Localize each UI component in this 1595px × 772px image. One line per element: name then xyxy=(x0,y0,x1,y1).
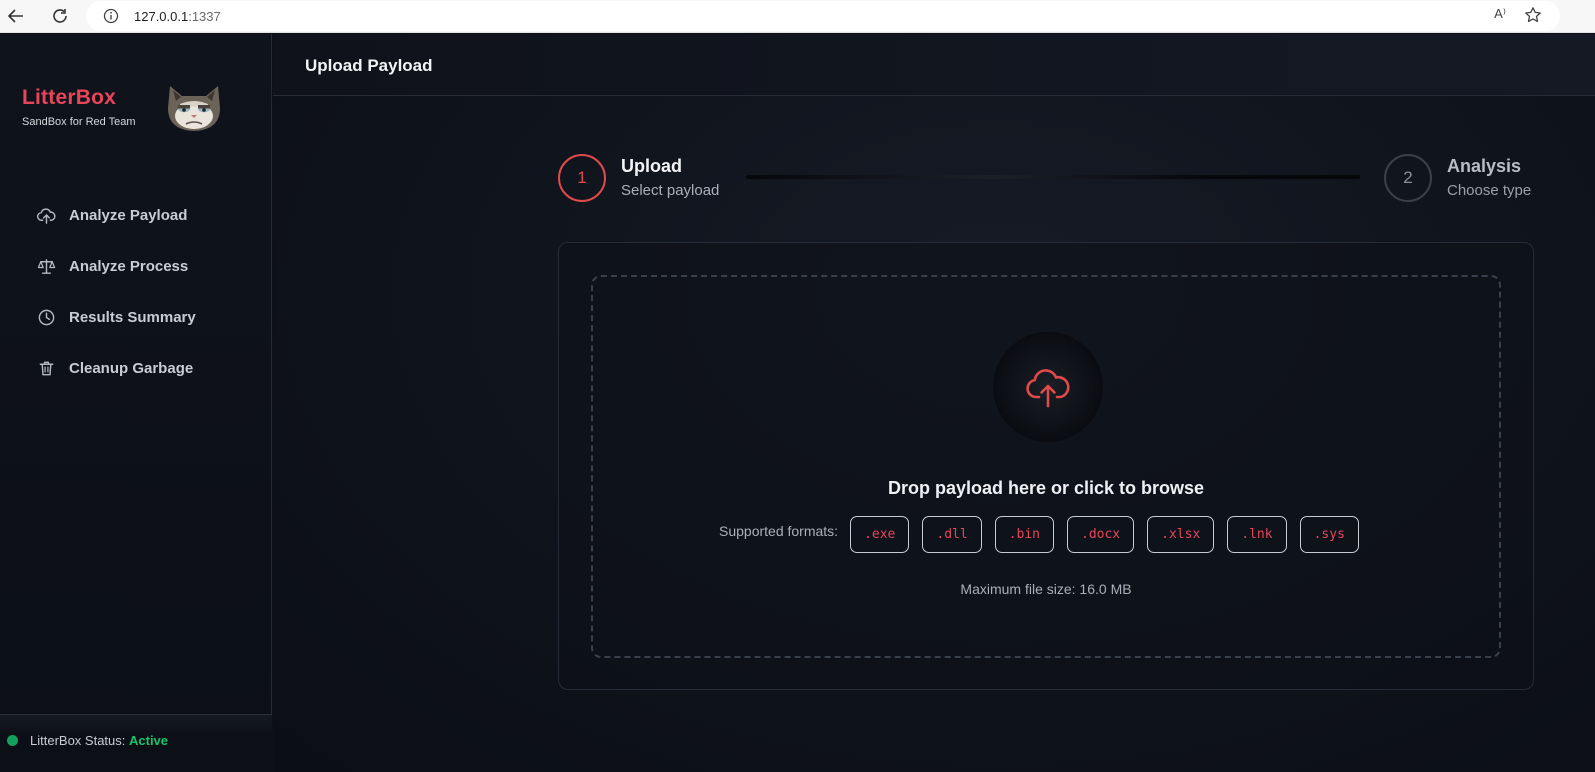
stepper-connector xyxy=(746,175,1360,179)
upload-button[interactable] xyxy=(993,332,1103,442)
step-1-number: 1 xyxy=(558,154,606,202)
step-2-title: Analysis xyxy=(1447,156,1522,176)
sidebar-menu: Analyze Payload Analyze Process Results … xyxy=(36,190,196,394)
url-host: 127.0.0.1 xyxy=(134,8,189,24)
sidebar-item-label: Analyze Process xyxy=(69,258,189,275)
back-icon[interactable] xyxy=(4,4,28,28)
dropzone-prompt: Drop payload here or click to browse xyxy=(887,478,1205,498)
favorite-star-icon[interactable] xyxy=(1524,6,1542,29)
url-port: :1337 xyxy=(188,8,221,24)
clock-icon xyxy=(36,308,56,328)
sidebar: LitterBox SandBox for Red Team Analyze P… xyxy=(0,34,272,772)
step-2-number: 2 xyxy=(1384,154,1432,202)
brand-name: LitterBox xyxy=(22,86,116,109)
sidebar-item-results-summary[interactable]: Results Summary xyxy=(36,292,196,343)
sidebar-item-analyze-process[interactable]: Analyze Process xyxy=(36,241,196,292)
header: Upload Payload xyxy=(273,34,1595,96)
format-chip-exe: .exe xyxy=(850,516,910,553)
sidebar-item-analyze-payload[interactable]: Analyze Payload xyxy=(36,190,196,241)
format-chip-sys: .sys xyxy=(1299,516,1359,553)
site-info-icon[interactable] xyxy=(102,7,120,25)
brand-tagline: SandBox for Red Team xyxy=(22,116,136,128)
format-chip-bin: .bin xyxy=(994,516,1054,553)
max-file-size: Maximum file size: 16.0 MB xyxy=(960,581,1132,597)
format-chip-dll: .dll xyxy=(922,516,982,553)
cloud-upload-icon xyxy=(1026,369,1070,408)
read-aloud-icon[interactable]: A⁾ xyxy=(1494,6,1506,22)
upload-card: Drop payload here or click to browse Sup… xyxy=(558,242,1534,690)
payload-dropzone[interactable]: Drop payload here or click to browse Sup… xyxy=(591,275,1501,658)
format-chip-lnk: .lnk xyxy=(1227,516,1287,553)
step-1-title: Upload xyxy=(621,156,682,176)
status-value: Active xyxy=(129,733,169,748)
status-label: LitterBox Status: xyxy=(30,733,129,748)
supported-formats: Supported formats: .exe .dll .bin .docx … xyxy=(719,516,1372,553)
scale-icon xyxy=(36,257,56,277)
sidebar-item-label: Cleanup Garbage xyxy=(69,360,194,377)
step-1-subtitle: Select payload xyxy=(621,182,720,199)
main-content: Upload Payload 1 Upload Select payload 2… xyxy=(273,34,1595,772)
url-text: 127.0.0.1:1337 xyxy=(134,9,221,24)
step-2-subtitle: Choose type xyxy=(1447,182,1532,199)
formats-label: Supported formats: xyxy=(719,522,839,539)
reload-icon[interactable] xyxy=(48,4,72,28)
status-dot-icon xyxy=(7,735,18,746)
sidebar-item-label: Results Summary xyxy=(69,309,196,326)
page-title: Upload Payload xyxy=(305,56,433,75)
format-chip-xlsx: .xlsx xyxy=(1147,516,1215,553)
sidebar-item-cleanup-garbage[interactable]: Cleanup Garbage xyxy=(36,343,196,394)
format-chip-docx: .docx xyxy=(1067,516,1135,553)
address-bar[interactable]: 127.0.0.1:1337 A⁾ xyxy=(86,1,1560,31)
cat-logo-icon xyxy=(164,82,224,134)
cloud-upload-icon xyxy=(36,206,56,226)
trash-icon xyxy=(36,359,56,379)
browser-toolbar: 127.0.0.1:1337 A⁾ xyxy=(0,0,1595,33)
sidebar-item-label: Analyze Payload xyxy=(69,207,188,224)
status-bar: LitterBox Status: Active xyxy=(0,714,272,772)
status-text: LitterBox Status: Active xyxy=(30,733,168,748)
brand[interactable]: LitterBox SandBox for Red Team xyxy=(22,86,136,128)
